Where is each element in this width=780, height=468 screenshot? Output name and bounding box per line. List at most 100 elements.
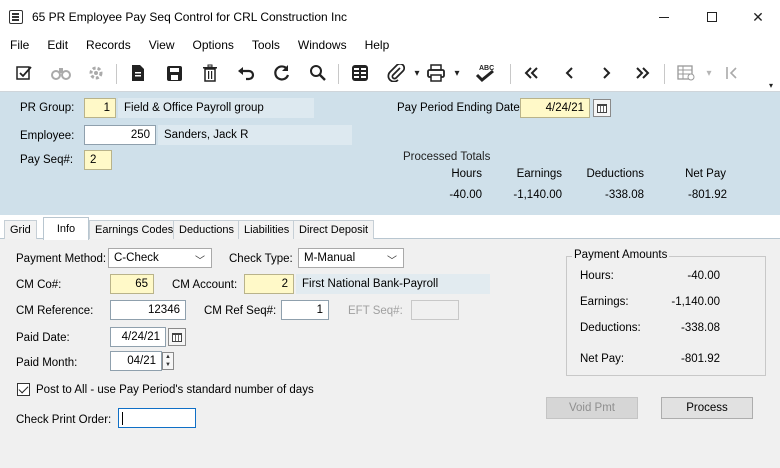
grid-icon[interactable] [348, 62, 372, 84]
totals-earnings-header: Earnings [516, 168, 562, 180]
app-icon [9, 10, 23, 24]
tab-earnings-codes[interactable]: Earnings Codes [89, 220, 180, 239]
title-bar: 65 PR Employee Pay Seq Control for CRL C… [0, 0, 780, 34]
menu-view[interactable]: View [149, 38, 175, 52]
paid-month-field[interactable]: 04/21 [110, 351, 162, 371]
calendar-icon[interactable] [168, 328, 186, 346]
cm-reference-label: CM Reference: [16, 305, 94, 317]
pay-seq-field[interactable]: 2 [84, 150, 112, 170]
payment-method-value: C-Check [114, 252, 159, 264]
maximize-icon [707, 12, 717, 22]
totals-net-pay-value: -801.92 [687, 189, 727, 201]
paid-date-field[interactable]: 4/24/21 [110, 327, 166, 347]
pr-group-label: PR Group: [20, 102, 75, 114]
post-to-all-checkbox[interactable] [17, 383, 30, 396]
post-to-all-label: Post to All - use Pay Period's standard … [36, 384, 314, 396]
tab-strip: Grid Info Earnings Codes Deductions Liab… [0, 217, 780, 240]
payment-net-pay-label: Net Pay: [580, 353, 625, 365]
menu-bar: File Edit Records View Options Tools Win… [0, 34, 780, 56]
payment-hours-label: Hours: [580, 270, 614, 282]
last-record-icon[interactable] [630, 62, 654, 84]
refresh-icon[interactable] [270, 62, 294, 84]
minimize-icon [659, 16, 669, 18]
eft-seq-field[interactable] [411, 300, 459, 320]
menu-records[interactable]: Records [86, 38, 131, 52]
search-icon[interactable] [306, 62, 330, 84]
payment-method-label: Payment Method: [16, 253, 107, 265]
employee-field[interactable]: 250 [84, 125, 156, 145]
process-button[interactable]: Process [661, 397, 753, 419]
first-record-icon[interactable] [520, 62, 544, 84]
menu-options[interactable]: Options [193, 38, 234, 52]
pr-group-description: Field & Office Payroll group [118, 98, 314, 118]
menu-help[interactable]: Help [365, 38, 390, 52]
previous-record-icon[interactable] [558, 62, 582, 84]
table-options-icon[interactable] [674, 62, 698, 84]
paid-month-label: Paid Month: [16, 357, 78, 369]
tab-info[interactable]: Info [43, 217, 89, 240]
go-to-icon[interactable] [722, 62, 742, 84]
tab-liabilities[interactable]: Liabilities [238, 220, 296, 239]
payment-earnings-label: Earnings: [580, 296, 629, 308]
calendar-icon[interactable] [593, 99, 611, 117]
check-type-select[interactable]: M-Manual ﹀ [298, 248, 404, 268]
cm-reference-field[interactable]: 12346 [110, 300, 186, 320]
pr-group-field[interactable]: 1 [84, 98, 116, 118]
cm-ref-seq-field[interactable]: 1 [281, 300, 329, 320]
check-type-label: Check Type: [229, 253, 293, 265]
cm-co-field[interactable]: 65 [110, 274, 154, 294]
payment-amounts-title: Payment Amounts [572, 249, 670, 261]
chevron-down-icon: ﹀ [195, 256, 205, 267]
attach-dropdown-icon[interactable]: ▾ [412, 62, 422, 84]
tab-grid[interactable]: Grid [4, 220, 37, 239]
employee-description: Sanders, Jack R [158, 125, 352, 145]
maximize-button[interactable] [689, 0, 735, 34]
check-print-order-label: Check Print Order: [16, 414, 112, 426]
tab-direct-deposit[interactable]: Direct Deposit [293, 220, 375, 239]
payment-deductions-value: -338.08 [680, 322, 720, 334]
undo-icon[interactable] [234, 62, 258, 84]
toolbar: ▾ ▾ ABC ▾ ▾ [0, 56, 780, 92]
totals-hours-value: -40.00 [449, 189, 482, 201]
table-options-dropdown-icon[interactable]: ▾ [704, 62, 714, 84]
header-panel [0, 92, 780, 215]
void-payment-button[interactable]: Void Pmt [546, 397, 638, 419]
window-title: 65 PR Employee Pay Seq Control for CRL C… [32, 10, 348, 24]
processed-totals-label: Processed Totals [403, 151, 491, 163]
delete-icon[interactable] [198, 62, 222, 84]
payment-net-pay-value: -801.92 [680, 353, 720, 365]
close-button[interactable]: ✕ [735, 0, 780, 34]
settings-icon[interactable] [84, 62, 108, 84]
spellcheck-icon[interactable]: ABC [472, 62, 498, 84]
new-document-icon[interactable] [126, 62, 150, 84]
print-icon[interactable] [424, 62, 448, 84]
cm-ref-seq-label: CM Ref Seq#: [204, 305, 277, 317]
minimize-button[interactable] [641, 0, 687, 34]
menu-file[interactable]: File [10, 38, 29, 52]
pay-period-ending-label: Pay Period Ending Date: [397, 102, 523, 114]
paid-month-spinner-icon[interactable]: ▲ ▼ [162, 352, 174, 370]
tab-deductions[interactable]: Deductions [173, 220, 241, 239]
close-icon: ✕ [752, 8, 764, 25]
next-record-icon[interactable] [594, 62, 618, 84]
pay-period-ending-field[interactable]: 4/24/21 [520, 98, 590, 118]
save-icon[interactable] [162, 62, 186, 84]
check-print-order-field[interactable] [118, 408, 196, 428]
cm-account-field[interactable]: 2 [244, 274, 294, 294]
menu-tools[interactable]: Tools [252, 38, 280, 52]
edit-icon[interactable] [12, 62, 36, 84]
cm-account-description: First National Bank-Payroll [296, 274, 490, 294]
totals-deductions-value: -338.08 [604, 189, 644, 201]
payment-method-select[interactable]: C-Check ﹀ [108, 248, 212, 268]
binoculars-icon[interactable] [48, 62, 74, 84]
totals-deductions-header: Deductions [586, 168, 644, 180]
menu-edit[interactable]: Edit [47, 38, 68, 52]
payment-earnings-value: -1,140.00 [671, 296, 720, 308]
totals-hours-header: Hours [451, 168, 482, 180]
eft-seq-label: EFT Seq#: [348, 305, 403, 317]
chevron-down-icon: ﹀ [387, 256, 397, 267]
attach-icon[interactable] [384, 62, 408, 84]
print-dropdown-icon[interactable]: ▾ [452, 62, 462, 84]
menu-windows[interactable]: Windows [298, 38, 347, 52]
cm-account-label: CM Account: [172, 279, 238, 291]
